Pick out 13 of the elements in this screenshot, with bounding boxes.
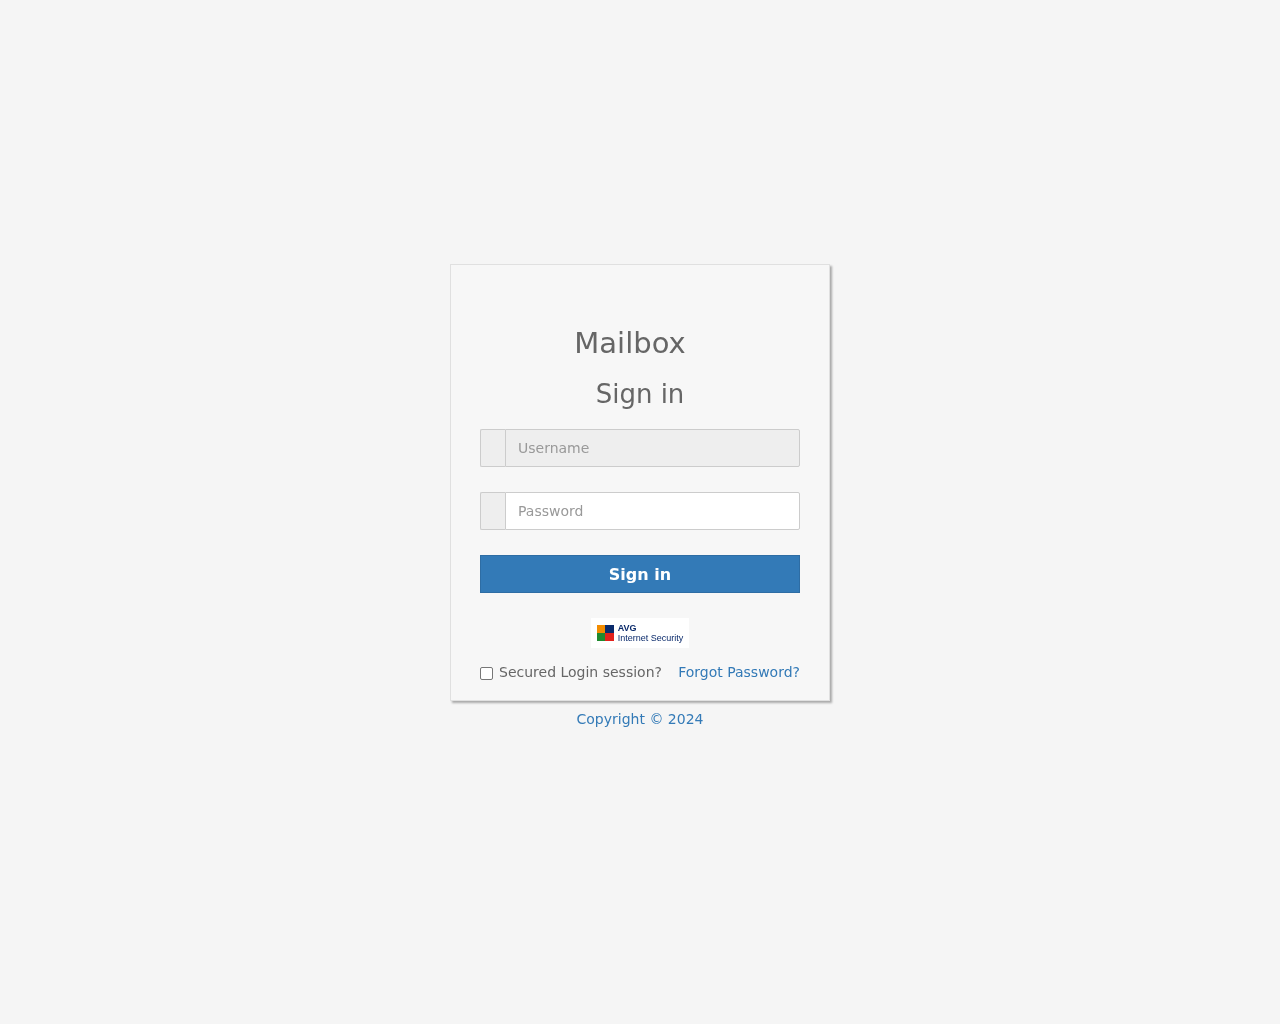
input-addon [480, 492, 505, 530]
input-addon [480, 429, 505, 467]
secure-session-label: Secured Login session? [499, 664, 662, 680]
password-field[interactable]: Password [505, 492, 800, 530]
secure-session-checkbox[interactable] [480, 667, 493, 680]
form-heading: Sign in [595, 378, 685, 411]
forgot-password-link[interactable]: Forgot Password? [678, 664, 800, 680]
copyright-text: Copyright © 2024 [576, 711, 704, 727]
badge-caption: Internet Security [617, 633, 684, 643]
app-title: Mailbox [574, 325, 686, 362]
sign-in-button[interactable]: Sign in [480, 555, 800, 593]
badge-name: AVG [617, 623, 638, 633]
logo-icon [596, 625, 615, 641]
